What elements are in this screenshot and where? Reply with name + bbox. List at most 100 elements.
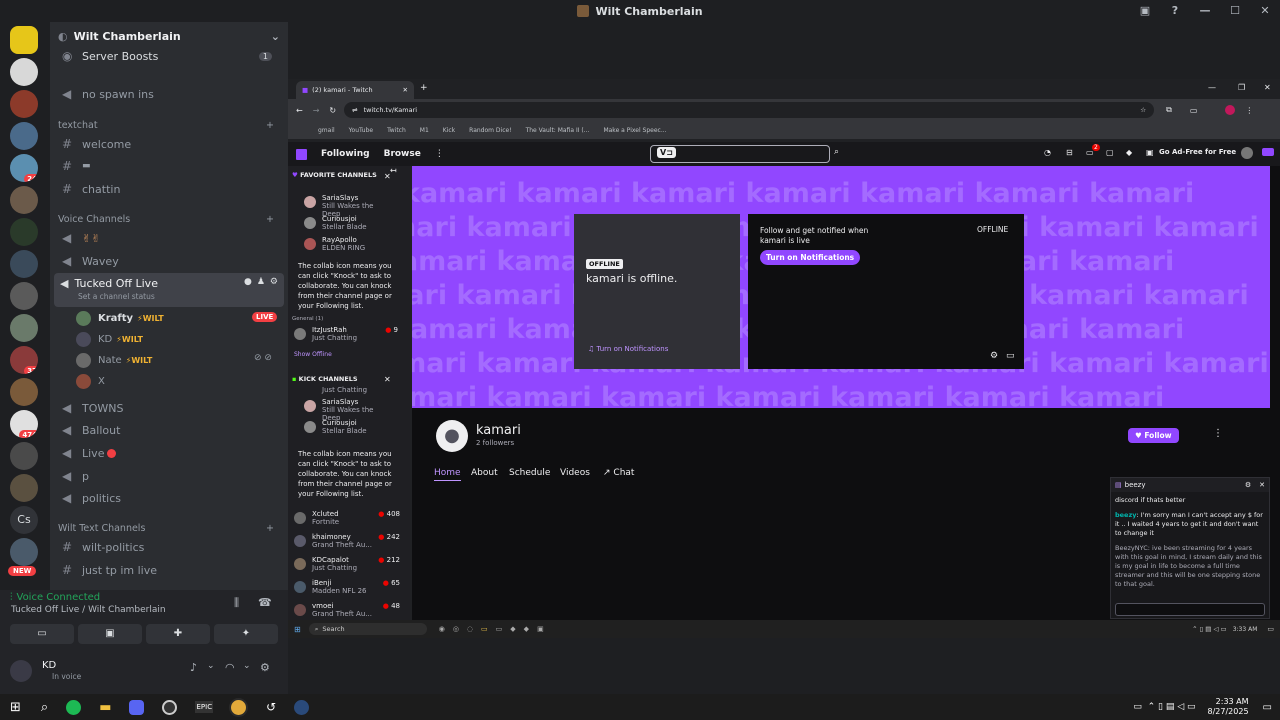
follow-button[interactable]: ♥ Follow	[1128, 428, 1179, 443]
close-icon[interactable]: ✕	[403, 86, 408, 94]
browser-tab[interactable]: ■ (2) kamari - Twitch ✕	[296, 81, 414, 99]
server-icon[interactable]: 37	[10, 346, 38, 374]
inbox-icon[interactable]: ▣	[1130, 0, 1160, 22]
channel-no-spawn[interactable]: ◀ no spawn ins	[58, 83, 280, 105]
taskbar-app-icon[interactable]: ↺	[266, 700, 276, 714]
theatre-icon[interactable]: ▭	[1006, 351, 1015, 361]
bookmark[interactable]: Make a Pixel Speec...	[603, 127, 666, 134]
tab-home[interactable]: Home	[434, 468, 461, 481]
server-icon[interactable]	[10, 538, 38, 566]
channel-name[interactable]: Curiousjoi	[322, 419, 367, 427]
close-icon[interactable]: ✕	[1250, 0, 1280, 22]
notification-icon[interactable]: ▭	[1267, 625, 1274, 633]
channel-welcome[interactable]: # welcome	[58, 133, 280, 155]
microphone-icon[interactable]: ♪	[190, 661, 197, 674]
category-textchat[interactable]: textchat +	[58, 120, 280, 131]
followed-channel[interactable]: ItzJustRah Just Chatting ● 9	[294, 326, 398, 342]
taskbar-app-icon[interactable]	[162, 699, 178, 715]
nav-following[interactable]: Following	[321, 149, 370, 159]
gear-icon[interactable]: ⚙	[990, 351, 998, 361]
windows-start-icon[interactable]: ⊞	[10, 700, 21, 715]
channel-wavey[interactable]: ◀ Wavey	[58, 250, 280, 272]
taskbar-app-icon[interactable]: ◌	[467, 625, 473, 633]
server-icon[interactable]	[10, 442, 38, 470]
channel-p[interactable]: ◀ p	[58, 465, 280, 487]
channel-name[interactable]: SariaSlays	[322, 194, 394, 202]
close-icon[interactable]: ✕	[384, 375, 391, 384]
search-input[interactable]: V⊐	[650, 145, 830, 163]
voice-member[interactable]: Nate ⚡WILT	[76, 350, 152, 370]
channel-tucked-off-live[interactable]: ◀ Tucked Off Live Set a channel status ● ♟…	[54, 273, 284, 307]
live-channel[interactable]: khaimoney Grand Theft Au... ● 242	[294, 533, 400, 556]
server-icon[interactable]: 24	[10, 154, 38, 182]
maximize-icon[interactable]: ☐	[1220, 0, 1250, 22]
server-icon[interactable]	[10, 58, 38, 86]
channel-flag[interactable]: # ▬	[58, 155, 280, 177]
server-icon[interactable]	[10, 186, 38, 214]
more-icon[interactable]: ⋮	[435, 149, 444, 159]
site-info-icon[interactable]: ⇌	[352, 106, 357, 114]
tab-schedule[interactable]: Schedule	[509, 468, 550, 478]
server-icon[interactable]	[10, 314, 38, 342]
chevron-down-icon[interactable]: ⌄	[243, 661, 251, 671]
chrome-icon[interactable]	[231, 699, 247, 715]
channel-chattin[interactable]: # chattin	[58, 178, 280, 200]
server-icon[interactable]	[10, 26, 38, 54]
taskbar-app-icon[interactable]: ◉	[439, 625, 445, 633]
channel-ballout[interactable]: ◀ Ballout	[58, 419, 280, 441]
forward-icon[interactable]: →	[313, 106, 320, 115]
prime-icon[interactable]: ▣	[1146, 148, 1154, 157]
avatar-icon[interactable]: ●	[436, 420, 468, 452]
server-icon[interactable]	[10, 218, 38, 246]
new-tab-icon[interactable]: +	[420, 83, 428, 93]
server-boosts-item[interactable]: ◉ Server Boosts 1	[58, 45, 280, 67]
clock[interactable]: 2:33 AM 8/27/2025	[1208, 697, 1249, 717]
gear-icon[interactable]: ⚙	[260, 661, 270, 674]
live-channel[interactable]: KDCapalot Just Chatting ● 212	[294, 556, 400, 579]
extension-icon[interactable]	[1262, 148, 1274, 156]
disconnect-icon[interactable]: ☎	[258, 596, 272, 609]
back-icon[interactable]: ←	[296, 106, 303, 115]
server-icon[interactable]	[10, 250, 38, 278]
taskbar-app-icon[interactable]: ▣	[537, 625, 544, 633]
live-channel[interactable]: iBenji Madden NFL 26 ● 65	[294, 579, 400, 602]
star-icon[interactable]: ☆	[1140, 106, 1146, 114]
server-icon[interactable]	[10, 378, 38, 406]
crown-icon[interactable]: ◔	[1044, 148, 1051, 157]
bookmark[interactable]: YouTube	[349, 127, 373, 134]
voice-member[interactable]: KD ⚡WILT	[76, 329, 143, 349]
bits-icon[interactable]: ◆	[1126, 148, 1132, 157]
add-member-icon[interactable]: ♟	[257, 277, 265, 287]
discord-taskbar-icon[interactable]	[129, 699, 145, 715]
chrome-icon[interactable]: ◎	[453, 625, 459, 633]
server-icon[interactable]	[10, 474, 38, 502]
steam-icon[interactable]: ◆	[524, 625, 529, 633]
tab-videos[interactable]: Videos	[560, 468, 590, 478]
channel-just-tp[interactable]: # just tp im live	[58, 559, 280, 581]
turn-on-notifications-button[interactable]: Turn on Notifications	[760, 250, 861, 265]
turn-on-link[interactable]: ♫ Turn on Notifications	[588, 345, 668, 353]
soundboard-button[interactable]: ✦	[214, 624, 278, 644]
reload-icon[interactable]: ↻	[329, 106, 336, 115]
voice-member[interactable]: X	[76, 371, 105, 391]
screen-share-button[interactable]: ▣	[78, 624, 142, 644]
nav-browse[interactable]: Browse	[384, 149, 421, 159]
add-channel-icon[interactable]: +	[266, 214, 274, 225]
twitch-logo-icon[interactable]	[296, 148, 307, 160]
steam-icon[interactable]	[294, 699, 310, 715]
user-panel[interactable]: KD In voice ♪ ⌄ ◠ ⌄ ⚙	[0, 652, 288, 692]
voice-location[interactable]: Tucked Off Live / Wilt Chamberlain	[11, 605, 166, 615]
gear-icon[interactable]: ⚙	[1245, 481, 1251, 489]
camera-off-button[interactable]: ▭	[10, 624, 74, 644]
tray-icons[interactable]: ▭ ⌃ ▯ ▤ ◁ ▭	[1133, 702, 1195, 712]
show-offline-link[interactable]: Show Offline	[294, 351, 332, 358]
url-field[interactable]: ⇌ twitch.tv/Kamari ☆	[344, 102, 1155, 118]
channel-live[interactable]: ◀ Live	[58, 442, 280, 464]
collapse-icon[interactable]: ↤	[390, 166, 397, 175]
channel-name[interactable]: SariaSlays	[322, 398, 394, 406]
close-icon[interactable]: ✕	[1259, 481, 1265, 489]
taskbar-app-icon[interactable]: ▭	[496, 625, 503, 633]
tray-icons[interactable]: ⌃ ▯ ▤ ◁ ▭	[1192, 625, 1227, 633]
minimize-icon[interactable]: —	[1208, 83, 1216, 92]
bookmark[interactable]: M1	[420, 127, 429, 134]
